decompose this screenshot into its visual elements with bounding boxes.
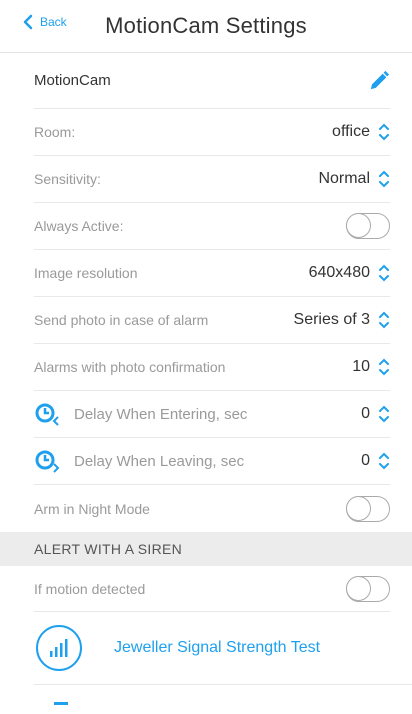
if-motion-label: If motion detected xyxy=(34,580,146,597)
sensitivity-row[interactable]: Sensitivity: Normal xyxy=(34,156,390,203)
toggle-knob xyxy=(346,213,371,238)
send-photo-value: Series of 3 xyxy=(293,311,370,328)
signal-test-row[interactable]: Jeweller Signal Strength Test xyxy=(34,612,412,685)
siren-section-header: ALERT WITH A SIREN xyxy=(0,532,412,566)
delay-entering-value: 0 xyxy=(361,405,370,422)
delay-leaving-value: 0 xyxy=(361,452,370,469)
alarms-photo-row[interactable]: Alarms with photo confirmation 10 xyxy=(34,344,390,391)
night-mode-label: Arm in Night Mode xyxy=(34,500,150,517)
timer-leaving-icon xyxy=(35,450,60,473)
alarms-photo-value: 10 xyxy=(352,358,370,375)
send-photo-row[interactable]: Send photo in case of alarm Series of 3 xyxy=(34,297,390,344)
if-motion-row: If motion detected xyxy=(34,566,390,612)
chevron-updown-icon xyxy=(379,452,389,470)
delay-entering-row[interactable]: Delay When Entering, sec 0 xyxy=(34,391,390,438)
send-photo-selector[interactable]: Series of 3 xyxy=(294,311,390,329)
image-resolution-label: Image resolution xyxy=(34,265,138,281)
alarms-photo-selector[interactable]: 10 xyxy=(352,358,390,376)
delay-leaving-label: Delay When Leaving, sec xyxy=(74,452,245,470)
back-label: Back xyxy=(40,15,67,29)
chevron-updown-icon xyxy=(379,170,389,188)
chevron-updown-icon xyxy=(379,264,389,282)
sensitivity-label: Sensitivity: xyxy=(34,171,101,187)
delay-leaving-label-group: Delay When Leaving, sec xyxy=(34,448,244,474)
chevron-left-icon xyxy=(23,14,33,30)
room-label: Room: xyxy=(34,124,76,140)
delay-leaving-row[interactable]: Delay When Leaving, sec 0 xyxy=(34,438,390,485)
sensitivity-value: Normal xyxy=(318,170,370,187)
delay-entering-label: Delay When Entering, sec xyxy=(74,405,248,423)
room-value: office xyxy=(332,123,370,140)
back-button[interactable]: Back xyxy=(22,14,67,30)
sensitivity-selector[interactable]: Normal xyxy=(318,170,390,188)
room-row[interactable]: Room: office xyxy=(34,109,390,156)
toggle-knob xyxy=(346,495,371,521)
page-title: MotionCam Settings xyxy=(105,13,307,38)
chevron-updown-icon xyxy=(379,311,389,329)
always-active-row: Always Active: xyxy=(34,203,390,250)
image-resolution-row[interactable]: Image resolution 640x480 xyxy=(34,250,390,297)
always-active-label: Always Active: xyxy=(34,218,124,234)
room-selector[interactable]: office xyxy=(332,123,390,141)
settings-list: MotionCam Room: office Sensitivity: Norm… xyxy=(0,53,412,532)
delay-leaving-selector[interactable]: 0 xyxy=(361,452,390,470)
pencil-icon[interactable] xyxy=(368,70,390,92)
chevron-updown-icon xyxy=(379,123,389,141)
image-resolution-selector[interactable]: 640x480 xyxy=(309,264,390,282)
if-motion-toggle[interactable] xyxy=(346,575,390,602)
signal-test-label: Jeweller Signal Strength Test xyxy=(114,639,321,656)
delay-entering-label-group: Delay When Entering, sec xyxy=(34,401,247,427)
always-active-toggle[interactable] xyxy=(346,213,390,239)
alarms-photo-label: Alarms with photo confirmation xyxy=(34,359,226,375)
night-mode-row: Arm in Night Mode xyxy=(34,485,390,532)
header-bar: Back MotionCam Settings xyxy=(0,0,412,52)
night-mode-toggle[interactable] xyxy=(346,495,390,522)
signal-strength-icon xyxy=(36,625,82,671)
toggle-knob xyxy=(346,575,371,601)
device-name: MotionCam xyxy=(34,72,111,89)
chevron-updown-icon xyxy=(379,358,389,376)
next-item-peek xyxy=(54,702,68,705)
send-photo-label: Send photo in case of alarm xyxy=(34,312,209,328)
image-resolution-value: 640x480 xyxy=(308,264,370,281)
chevron-updown-icon xyxy=(379,405,389,423)
timer-entering-icon xyxy=(35,403,59,426)
delay-entering-selector[interactable]: 0 xyxy=(361,405,390,423)
device-name-row: MotionCam xyxy=(34,53,390,109)
